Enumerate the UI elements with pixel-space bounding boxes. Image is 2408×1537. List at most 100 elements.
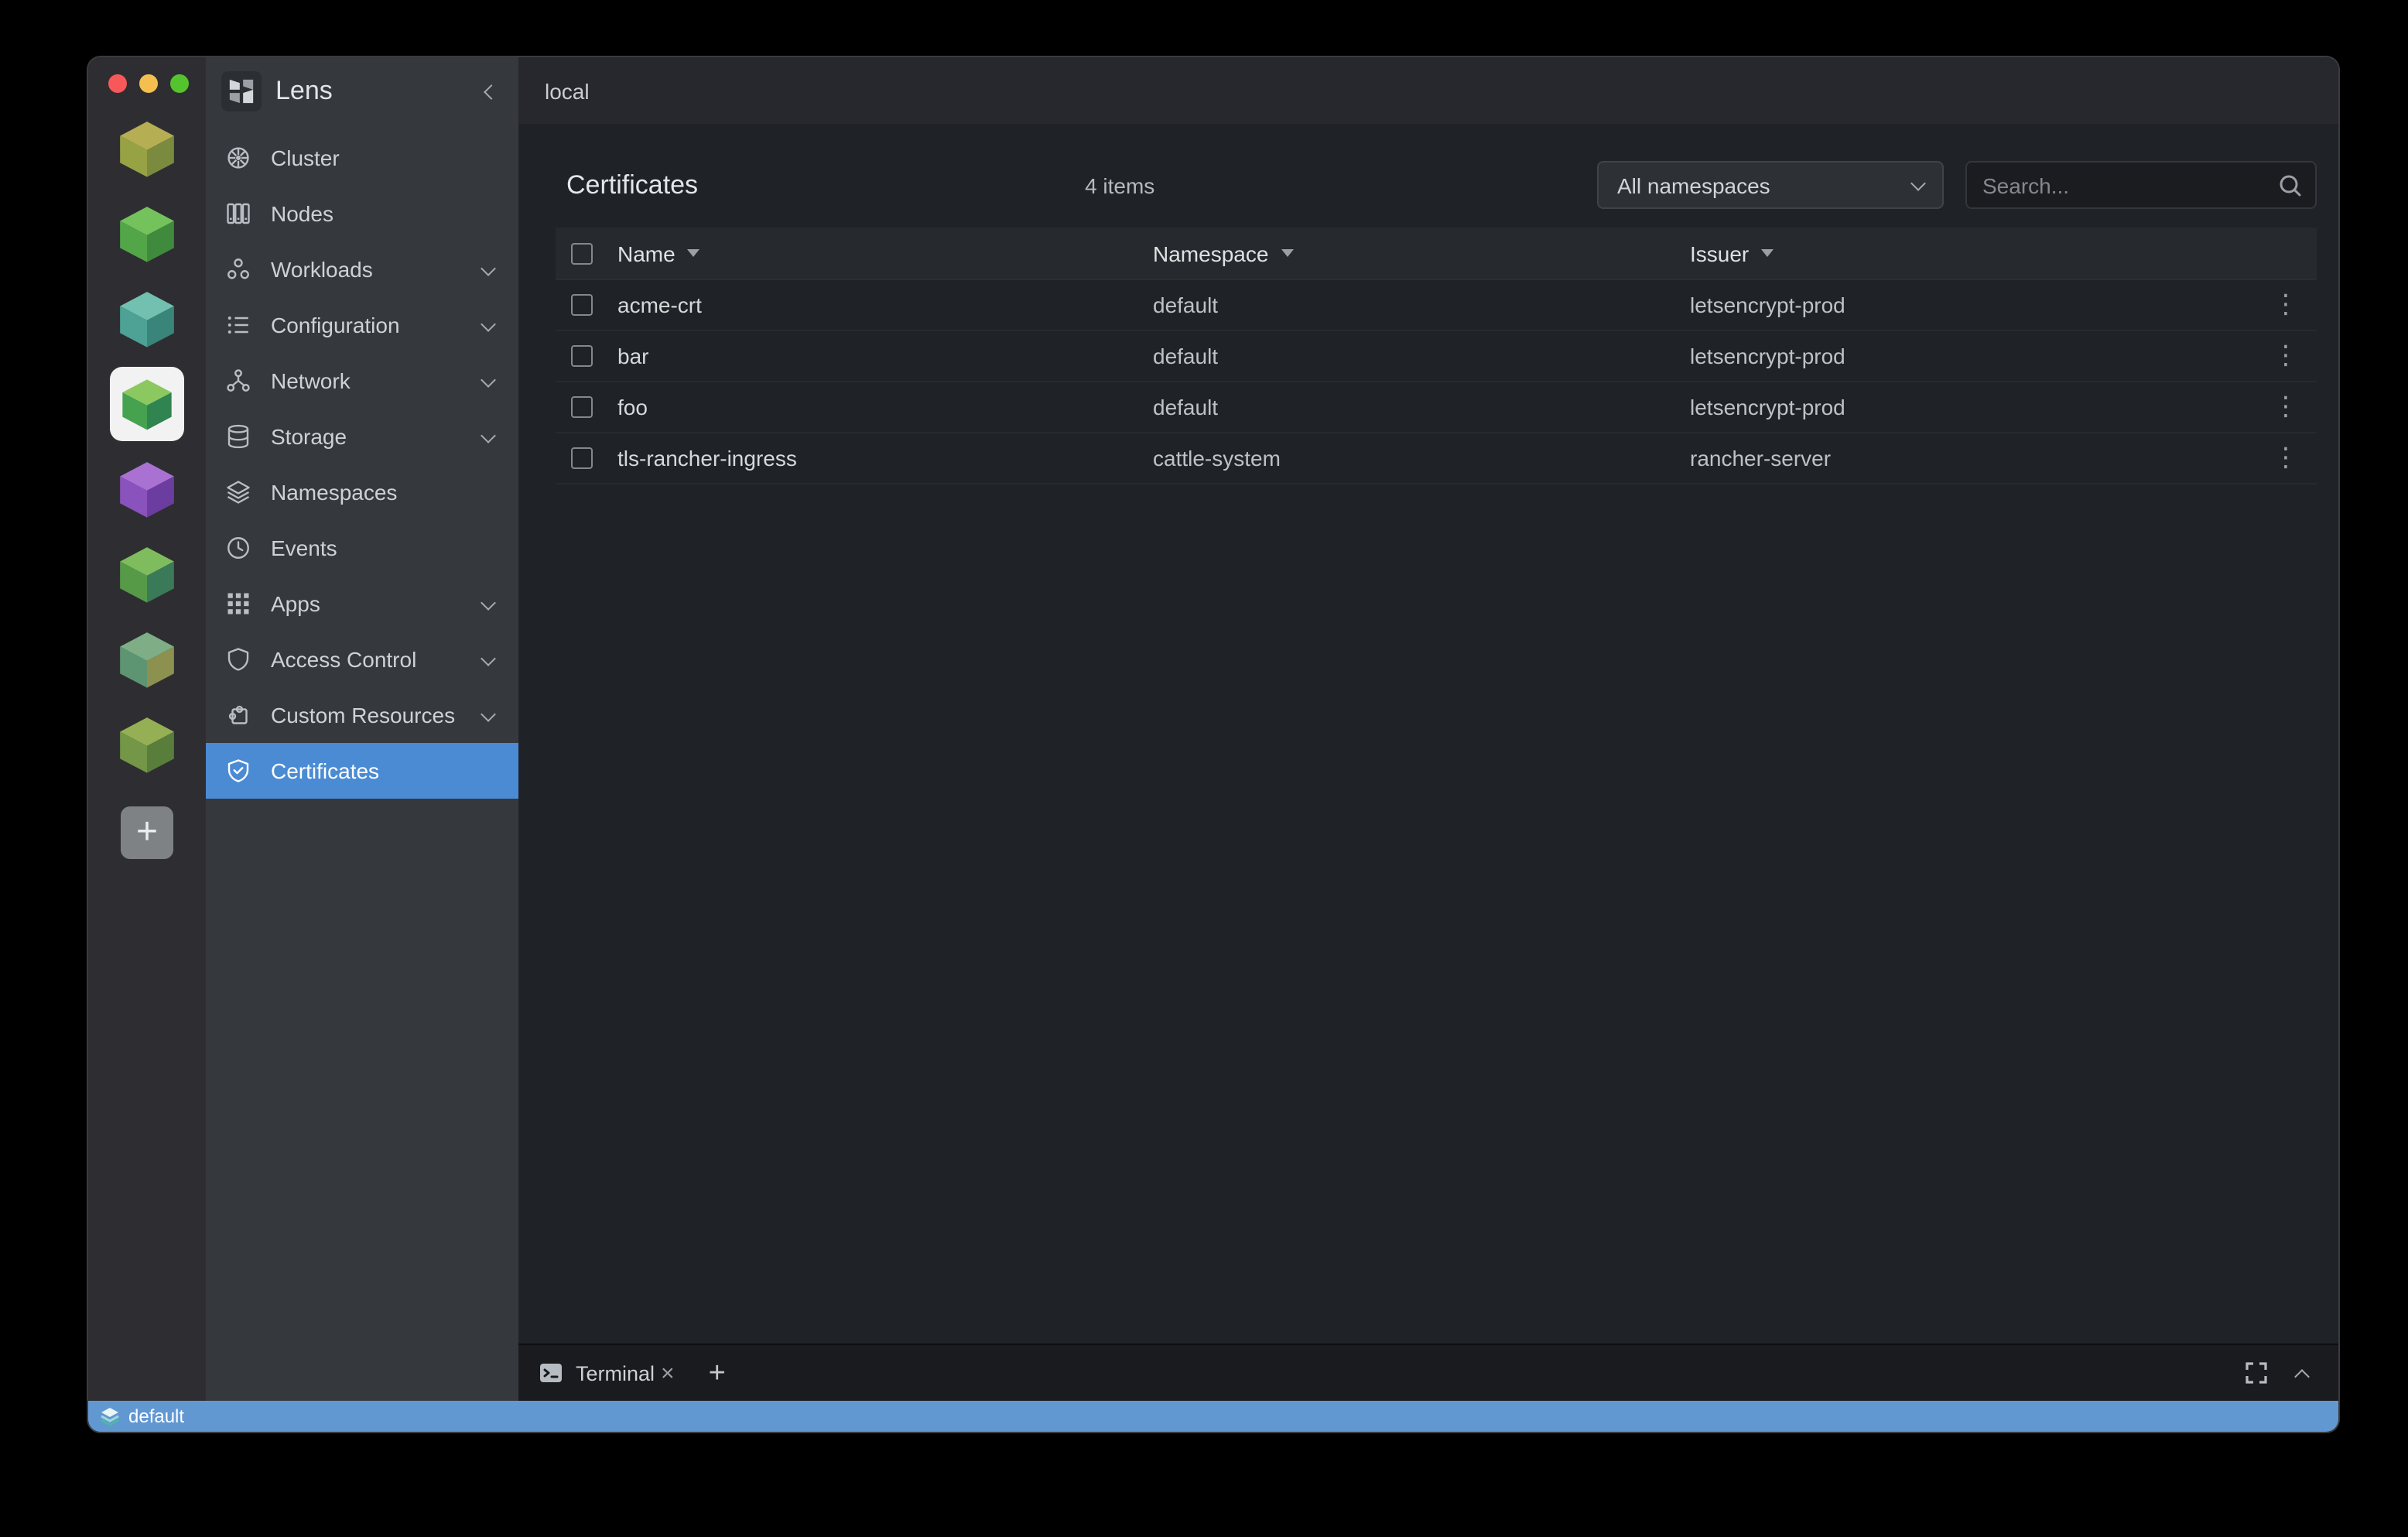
cert-namespace: default xyxy=(1153,344,1690,368)
main-area: local Certificates 4 items All namespace… xyxy=(518,57,2338,1401)
content-panel: Certificates 4 items All namespaces xyxy=(518,124,2338,1344)
sidebar-header: Lens xyxy=(206,57,518,125)
minimize-window-button[interactable] xyxy=(139,74,158,93)
cert-issuer: letsencrypt-prod xyxy=(1690,293,2255,317)
cluster-icon-active[interactable] xyxy=(110,367,184,441)
sidebar-item-custom-resources[interactable]: Custom Resources xyxy=(206,687,518,743)
cluster-icon[interactable] xyxy=(110,111,184,186)
chevron-down-icon xyxy=(481,427,496,443)
namespace-filter-select[interactable]: All namespaces xyxy=(1597,161,1944,209)
column-header-name[interactable]: Name xyxy=(617,241,1153,265)
sidebar-item-storage[interactable]: Storage xyxy=(206,409,518,464)
new-terminal-icon[interactable]: + xyxy=(709,1358,726,1388)
sidebar-item-workloads[interactable]: Workloads xyxy=(206,241,518,297)
content-header: Certificates 4 items All namespaces xyxy=(566,161,2317,209)
sidebar-item-events[interactable]: Events xyxy=(206,520,518,576)
table-row[interactable]: bar default letsencrypt-prod ⋮ xyxy=(556,331,2317,382)
sidebar-item-label: Namespaces xyxy=(271,480,518,505)
sidebar-item-label: Nodes xyxy=(271,201,518,226)
row-menu-kebab-icon[interactable]: ⋮ xyxy=(2263,392,2308,423)
sidebar-item-label: Certificates xyxy=(271,758,518,783)
add-cluster-button[interactable]: + xyxy=(121,806,173,859)
sidebar-item-access-control[interactable]: Access Control xyxy=(206,632,518,687)
sidebar-menu: Cluster Nodes xyxy=(206,130,518,799)
cluster-icon[interactable] xyxy=(110,282,184,356)
namespace-layers-icon xyxy=(99,1405,121,1427)
sidebar-item-namespaces[interactable]: Namespaces xyxy=(206,464,518,520)
sidebar-item-apps[interactable]: Apps xyxy=(206,576,518,632)
row-checkbox[interactable] xyxy=(571,396,593,418)
sidebar-item-label: Workloads xyxy=(271,257,483,282)
row-checkbox[interactable] xyxy=(571,294,593,316)
close-window-button[interactable] xyxy=(108,74,127,93)
topbar: local xyxy=(518,57,2338,124)
fullscreen-icon[interactable] xyxy=(2244,1361,2269,1385)
sidebar-item-cluster[interactable]: Cluster xyxy=(206,130,518,186)
sidebar-item-configuration[interactable]: Configuration xyxy=(206,297,518,353)
layers-icon xyxy=(224,478,252,506)
plus-icon: + xyxy=(136,814,158,851)
sidebar-item-label: Apps xyxy=(271,591,483,616)
cert-namespace: default xyxy=(1153,395,1690,419)
row-menu-kebab-icon[interactable]: ⋮ xyxy=(2263,341,2308,371)
dock-controls xyxy=(2244,1361,2307,1385)
close-terminal-icon[interactable]: × xyxy=(661,1360,675,1386)
configuration-list-icon xyxy=(224,311,252,339)
namespace-filter-value: All namespaces xyxy=(1617,173,1770,197)
kubernetes-wheel-icon xyxy=(224,144,252,172)
apps-grid-icon xyxy=(224,590,252,618)
cert-issuer: letsencrypt-prod xyxy=(1690,395,2255,419)
table-row[interactable]: foo default letsencrypt-prod ⋮ xyxy=(556,382,2317,433)
sidebar-item-label: Network xyxy=(271,368,483,393)
search-input[interactable] xyxy=(1982,173,2278,197)
terminal-tab[interactable]: Terminal xyxy=(539,1361,655,1385)
chevron-down-icon xyxy=(481,316,496,331)
workloads-icon xyxy=(224,255,252,283)
app-title: Lens xyxy=(275,76,486,107)
cert-namespace: cattle-system xyxy=(1153,446,1690,471)
terminal-tab-label: Terminal xyxy=(576,1361,655,1385)
collapse-sidebar-icon[interactable] xyxy=(484,84,499,99)
cluster-icon[interactable] xyxy=(110,452,184,526)
row-menu-kebab-icon[interactable]: ⋮ xyxy=(2263,289,2308,320)
cluster-icon[interactable] xyxy=(110,707,184,782)
traffic-lights xyxy=(88,57,206,93)
expand-dock-chevron-icon[interactable] xyxy=(2294,1368,2310,1384)
shield-check-icon xyxy=(224,757,252,785)
zoom-window-button[interactable] xyxy=(170,74,189,93)
table-row[interactable]: acme-crt default letsencrypt-prod ⋮ xyxy=(556,280,2317,331)
chevron-down-icon xyxy=(481,594,496,610)
sidebar-item-label: Access Control xyxy=(271,647,483,672)
shield-icon xyxy=(224,645,252,673)
row-menu-kebab-icon[interactable]: ⋮ xyxy=(2263,443,2308,474)
select-all-checkbox[interactable] xyxy=(571,242,593,264)
cluster-icon[interactable] xyxy=(110,197,184,271)
search-box xyxy=(1965,161,2317,209)
cluster-icon[interactable] xyxy=(110,622,184,697)
chevron-down-icon xyxy=(1910,176,1926,191)
active-namespace-label: default xyxy=(128,1405,184,1427)
sort-caret-icon xyxy=(688,249,700,257)
cert-name: tls-rancher-ingress xyxy=(617,446,1153,471)
sidebar-item-nodes[interactable]: Nodes xyxy=(206,186,518,241)
terminal-icon xyxy=(539,1361,563,1385)
clock-icon xyxy=(224,534,252,562)
cluster-list xyxy=(88,111,206,782)
sort-caret-icon xyxy=(1281,249,1293,257)
column-header-namespace[interactable]: Namespace xyxy=(1153,241,1690,265)
sidebar-item-certificates[interactable]: Certificates xyxy=(206,743,518,799)
cluster-icon[interactable] xyxy=(110,537,184,611)
sidebar: Lens Cluster xyxy=(206,57,518,1401)
sort-caret-icon xyxy=(1761,249,1774,257)
cert-issuer: rancher-server xyxy=(1690,446,2255,471)
row-checkbox[interactable] xyxy=(571,345,593,367)
cert-name: bar xyxy=(617,344,1153,368)
sidebar-item-network[interactable]: Network xyxy=(206,353,518,409)
cube-icon xyxy=(113,625,181,693)
sidebar-item-label: Events xyxy=(271,536,518,560)
table-row[interactable]: tls-rancher-ingress cattle-system ranche… xyxy=(556,433,2317,484)
cube-icon xyxy=(113,455,181,523)
row-checkbox[interactable] xyxy=(571,447,593,469)
terminal-dock: Terminal × + xyxy=(518,1344,2338,1401)
column-header-issuer[interactable]: Issuer xyxy=(1690,241,2255,265)
